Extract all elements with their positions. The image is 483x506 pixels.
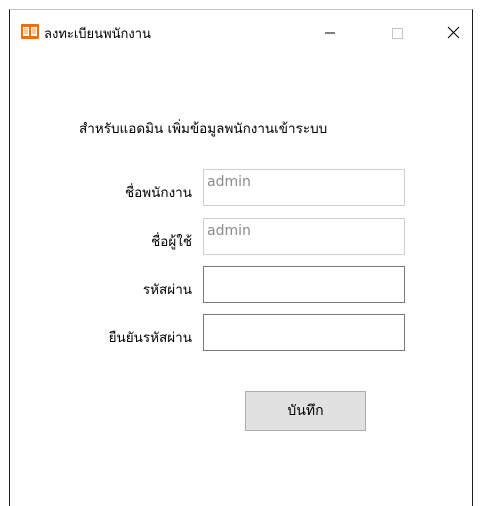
confirm-password-label: ยืนยันรหัสผ่าน [108,330,192,346]
window-title: ลงทะเบียนพนักงาน [44,27,151,42]
maximize-icon [392,28,403,39]
title-bar[interactable]: ลงทะเบียนพนักงาน [10,10,472,54]
close-icon [447,26,460,39]
minimize-icon [325,32,335,34]
open-book-icon [21,24,39,39]
save-button[interactable]: บันทึก [245,391,366,431]
password-label: รหัสผ่าน [142,282,192,298]
register-employee-window: ลงทะเบียนพนักงาน สำหรับแอดมิน เพิ่มข้อมู… [9,9,473,506]
confirm-password-field[interactable] [203,314,405,351]
maximize-button[interactable] [374,10,420,54]
form-subtitle: สำหรับแอดมิน เพิ่มข้อมูลพนักงานเข้าระบบ [79,121,328,137]
employee-name-field[interactable]: admin [203,169,405,206]
minimize-button[interactable] [307,10,353,54]
password-field[interactable] [203,266,405,303]
username-label: ชื่อผู้ใช้ [151,234,192,250]
employee-name-label: ชื่อพนักงาน [125,185,192,201]
username-field[interactable]: admin [203,218,405,255]
close-button[interactable] [430,10,476,54]
